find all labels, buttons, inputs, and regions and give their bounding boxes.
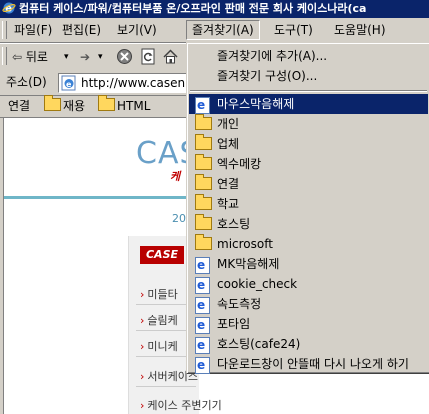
back-label: 뒤로 (25, 50, 48, 64)
fav-folder-companies[interactable]: 업체 (189, 134, 428, 154)
forward-button[interactable]: ➔ (80, 48, 90, 66)
menu-item-label: 속도측정 (217, 297, 262, 311)
ie-logo-icon: e (2, 2, 16, 15)
fav-folder-links[interactable]: 연결 (189, 174, 428, 194)
fav-item-hosting-cafe24[interactable]: 호스팅(cafe24) (189, 334, 428, 355)
side-link-label: 케이스 주변기기 (147, 399, 222, 412)
menu-item-label: microsoft (217, 237, 273, 251)
page-icon (195, 355, 210, 375)
divider (136, 386, 196, 387)
menu-item-label: 연결 (217, 177, 240, 191)
page-icon (195, 255, 210, 275)
frame-border (0, 118, 4, 414)
folder-icon (98, 95, 115, 111)
toolbar-grip[interactable] (2, 47, 7, 65)
fav-item-speed-test[interactable]: 속도측정 (189, 294, 428, 315)
home-icon[interactable] (162, 48, 179, 65)
side-link-slim[interactable]: › 슬림케 (140, 312, 178, 328)
site-logo-sub: 케 (170, 170, 181, 183)
folder-icon (44, 95, 61, 111)
fav-folder-hosting[interactable]: 호스팅 (189, 214, 428, 234)
side-link-middle-tower[interactable]: › 미들타 (140, 286, 178, 302)
address-url: http://www.casen (81, 76, 186, 90)
menu-item-label: 엑수메캉 (217, 157, 262, 171)
side-link-label: 미니케 (147, 340, 178, 353)
side-link-mini[interactable]: › 미니케 (140, 338, 178, 354)
menu-item-label: 업체 (217, 137, 240, 151)
menu-item-label: MK막음해제 (217, 257, 280, 271)
page-icon (195, 95, 210, 115)
page-icon (195, 295, 210, 315)
menu-item-label: 호스팅 (217, 217, 251, 231)
arrow-icon: › (140, 399, 145, 412)
fav-item-download-window-fix[interactable]: 다운로드창이 안뜰때 다시 나오게 하기 (189, 354, 428, 375)
menu-tools[interactable]: 도구(T) (269, 21, 318, 39)
arrow-icon: › (140, 288, 145, 301)
forward-dropdown-icon[interactable]: ▾ (98, 48, 103, 66)
back-arrow-icon: ⇦ (12, 50, 23, 64)
folder-icon (195, 174, 212, 190)
arrow-icon: › (140, 314, 145, 327)
menu-item-label: 학교 (217, 197, 240, 211)
menu-file[interactable]: 파일(F) (9, 21, 57, 39)
fav-item-mouse-unblock[interactable]: 마우스막음해제 (189, 94, 428, 115)
back-dropdown-icon[interactable]: ▾ (64, 48, 69, 66)
fav-folder-misc[interactable]: 엑수메캉 (189, 154, 428, 174)
links-label: 연결 (8, 99, 31, 113)
menu-item-label: cookie_check (217, 277, 298, 291)
menu-favorites[interactable]: 즐겨찾기(A) (186, 20, 260, 40)
menu-edit[interactable]: 편집(E) (57, 21, 106, 39)
address-label: 주소(D) (6, 75, 47, 89)
menu-item-label: 마우스막음해제 (217, 97, 295, 111)
side-link-accessories[interactable]: › 케이스 주변기기 (140, 397, 222, 413)
menu-item-label: 즐겨찾기에 추가(A)... (217, 49, 328, 63)
menu-item-label: 호스팅(cafe24) (217, 337, 301, 351)
arrow-icon: › (140, 340, 145, 353)
menu-item-label: 개인 (217, 117, 240, 131)
side-link-label: 미들타 (147, 288, 178, 301)
link-html[interactable]: HTML (98, 95, 151, 115)
case-badge: CASE (140, 246, 184, 264)
page-icon (195, 315, 210, 335)
add-to-favorites-item[interactable]: 즐겨찾기에 추가(A)... (189, 46, 428, 66)
organize-favorites-item[interactable]: 즐겨찾기 구성(O)... (189, 66, 428, 86)
window-title-bar[interactable]: e 컴퓨터 케이스/파워/컴퓨터부품 온/오프라인 판매 전문 회사 케이스나라… (0, 0, 429, 18)
folder-icon (195, 234, 212, 250)
folder-icon (195, 194, 212, 210)
stop-icon[interactable] (116, 48, 133, 65)
menu-bar: 파일(F) 편집(E) 보기(V) 즐겨찾기(A) 도구(T) 도움말(H) (0, 18, 429, 43)
date-text: 20 (172, 212, 186, 225)
menu-separator (190, 90, 427, 92)
link-label: 재용 (63, 99, 86, 113)
arrow-icon: › (140, 370, 145, 383)
page-icon: e (61, 75, 76, 91)
fav-item-potime[interactable]: 포타임 (189, 314, 428, 335)
page-icon (195, 335, 210, 355)
folder-icon (195, 214, 212, 230)
link-label: HTML (117, 99, 151, 113)
window-title: 컴퓨터 케이스/파워/컴퓨터부품 온/오프라인 판매 전문 회사 케이스나라(c… (19, 2, 367, 15)
side-link-label: 슬림케 (147, 314, 178, 327)
fav-folder-microsoft[interactable]: microsoft (189, 234, 428, 254)
menu-item-label: 포타임 (217, 317, 251, 331)
menubar-grip[interactable] (2, 21, 7, 39)
menu-item-label: 즐겨찾기 구성(O)... (217, 69, 318, 83)
fav-item-mk-unblock[interactable]: MK막음해제 (189, 254, 428, 275)
folder-icon (195, 114, 212, 130)
folder-icon (195, 134, 212, 150)
menu-view[interactable]: 보기(V) (112, 21, 162, 39)
link-jaeyong[interactable]: 재용 (44, 95, 86, 115)
page-icon (195, 275, 210, 295)
fav-folder-personal[interactable]: 개인 (189, 114, 428, 134)
favorites-dropdown-menu: 즐겨찾기에 추가(A)... 즐겨찾기 구성(O)... 마우스막음해제 개인 … (186, 42, 429, 375)
menu-item-label: 다운로드창이 안뜰때 다시 나오게 하기 (217, 357, 409, 371)
fav-folder-school[interactable]: 학교 (189, 194, 428, 214)
refresh-icon[interactable] (140, 48, 157, 65)
fav-item-cookie-check[interactable]: cookie_check (189, 274, 428, 295)
menu-help[interactable]: 도움말(H) (329, 21, 391, 39)
folder-icon (195, 154, 212, 170)
back-button[interactable]: ⇦ 뒤로 (12, 48, 48, 66)
svg-text:e: e (66, 80, 72, 89)
